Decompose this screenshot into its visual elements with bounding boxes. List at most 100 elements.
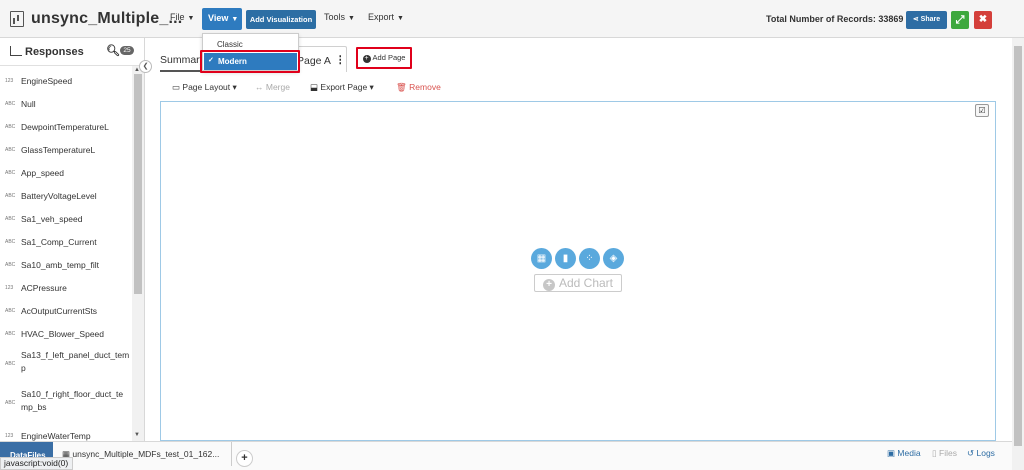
caret-down-icon: ▼ — [397, 15, 404, 22]
type-badge: 123 — [5, 433, 14, 439]
view-option-classic[interactable]: Classic — [217, 40, 243, 49]
chevron-left-icon: ❮ — [142, 63, 149, 70]
item-label: AcOutputCurrentSts — [21, 306, 98, 316]
share-label: Share — [920, 16, 941, 23]
add-chart-button[interactable]: + Add Chart — [534, 274, 622, 292]
menu-view-label: View — [208, 13, 229, 23]
menu-view[interactable]: View ▼ — [202, 8, 242, 30]
item-label: EngineSpeed — [21, 76, 73, 86]
item-label-wrap: mp_bs — [21, 402, 47, 412]
more-options-icon[interactable]: ⋮ — [335, 54, 346, 66]
scrollbar-thumb[interactable] — [1014, 46, 1022, 446]
close-icon: ✖ — [978, 14, 988, 25]
file-icon: ▯ — [932, 448, 940, 458]
responses-sidebar: Responses 🔍︎ 25 123 EngineSpeed ABC Null A… — [0, 38, 145, 441]
image-icon: ▣ — [887, 448, 898, 458]
scatter-icon[interactable]: ⁘ — [579, 248, 600, 269]
layout-icon: ▭ — [172, 82, 183, 92]
sidebar-title: Responses — [25, 46, 84, 58]
type-badge: ABC — [5, 193, 16, 199]
tab-summary[interactable]: Summary — [160, 46, 202, 72]
expand-button[interactable]: ⤢ — [951, 11, 969, 29]
export-page-button[interactable]: ⬓ Export Page ▾ — [310, 82, 374, 93]
type-badge: ABC — [5, 147, 16, 153]
sidebar-scroll-thumb[interactable] — [134, 74, 142, 294]
type-badge: ABC — [5, 124, 16, 130]
collapse-sidebar-button[interactable]: ❮ — [139, 60, 152, 73]
item-label: App_speed — [21, 168, 65, 178]
tab-page-a[interactable]: Page A ⋮ — [297, 46, 347, 72]
item-label: HVAC_Blower_Speed — [21, 329, 104, 339]
share-button[interactable]: ⋖ Share — [906, 11, 947, 29]
item-label: Null — [21, 99, 36, 109]
merge-icon: ↔ — [255, 82, 266, 92]
sidebar-header: Responses 🔍︎ 25 — [0, 38, 144, 66]
type-badge: ABC — [5, 170, 16, 176]
search-icon[interactable]: 🔍︎ — [106, 44, 120, 57]
remove-button[interactable]: 🗑︎ Remove — [396, 82, 441, 93]
item-label: Sa10_amb_temp_filt — [21, 260, 99, 270]
plus-icon: + — [362, 55, 371, 63]
checkbox-icon[interactable]: ☑ — [975, 104, 989, 117]
table-icon[interactable]: ▦ — [531, 248, 552, 269]
app-title: unsync_Multiple_... — [31, 10, 183, 27]
type-badge: ABC — [5, 308, 16, 314]
add-visualization-button[interactable]: Add Visualization — [246, 10, 316, 29]
menu-tools-label: Tools — [324, 12, 346, 22]
media-link[interactable]: ▣ Media — [887, 448, 921, 459]
merge-label: Merge — [265, 82, 290, 92]
scroll-down-icon[interactable]: ▼ — [134, 432, 140, 438]
item-label: BatteryVoltageLevel — [21, 191, 97, 201]
page-scrollbar[interactable] — [1012, 38, 1024, 470]
media-label: Media — [897, 448, 921, 458]
sidebar-scrollbar[interactable]: ▲ ▼ — [132, 66, 144, 441]
status-url: javascript:void(0) — [0, 457, 73, 470]
add-chart-label: Add Chart — [558, 276, 614, 290]
map-icon[interactable]: ◈ — [603, 248, 624, 269]
top-bar: unsync_Multiple_... File ▼ View ▼ Add Visu… — [0, 0, 1024, 38]
item-label: Sa13_f_left_panel_duct_tem — [21, 350, 130, 360]
menu-export[interactable]: Export ▼ — [368, 12, 404, 22]
share-icon: ⋖ — [912, 16, 921, 23]
caret-down-icon: ▼ — [187, 15, 195, 22]
caret-down-icon: ▼ — [348, 15, 355, 22]
file-tab[interactable]: ▦ unsync_Multiple_MDFs_test_01_162... — [57, 442, 232, 466]
item-label: Sa1_Comp_Current — [21, 237, 97, 247]
merge-button[interactable]: ↔ Merge — [255, 82, 290, 92]
page-layout-button[interactable]: ▭ Page Layout ▾ — [172, 82, 237, 93]
caret-down-icon: ▼ — [231, 16, 239, 23]
item-label: EngineWaterTemp — [21, 431, 91, 441]
trash-icon: 🗑︎ — [396, 82, 410, 92]
add-page-button[interactable]: + Add Page — [356, 47, 412, 69]
type-badge: 123 — [5, 285, 14, 291]
highlight-box — [200, 50, 300, 73]
bottom-bar: DataFiles ▦ unsync_Multiple_MDFs_test_01… — [0, 441, 1012, 470]
files-link[interactable]: ▯ Files — [932, 448, 957, 459]
menu-export-label: Export — [368, 12, 395, 22]
type-badge: ABC — [5, 361, 16, 367]
item-label: Sa1_veh_speed — [21, 214, 83, 224]
caret-down-icon: ▾ — [230, 82, 237, 92]
responses-count-badge: 25 — [120, 46, 134, 55]
close-button[interactable]: ✖ — [974, 11, 992, 29]
page-canvas[interactable] — [160, 101, 996, 441]
add-tab-button[interactable]: + — [236, 450, 253, 467]
item-label: DewpointTemperatureL — [21, 122, 109, 132]
file-tab-label: unsync_Multiple_MDFs_test_01_162... — [72, 449, 220, 459]
expand-icon: ⤢ — [955, 14, 965, 26]
type-badge: ABC — [5, 216, 16, 222]
logs-link[interactable]: ↺ Logs — [967, 448, 995, 459]
bar-chart-icon[interactable]: ▮ — [555, 248, 576, 269]
type-badge: ABC — [5, 331, 16, 337]
item-label-wrap: p — [21, 363, 26, 373]
type-badge: 123 — [5, 78, 14, 84]
plus-icon: + — [542, 279, 555, 291]
type-badge: ABC — [5, 101, 16, 107]
document-icon — [10, 11, 24, 27]
files-label: Files — [939, 448, 957, 458]
menu-tools[interactable]: Tools ▼ — [324, 12, 355, 22]
total-records: Total Number of Records: 33869 — [766, 14, 904, 24]
menu-file[interactable]: File ▼ — [170, 12, 194, 22]
remove-label: Remove — [409, 82, 441, 92]
tab-page-a-label: Page A — [297, 55, 331, 67]
